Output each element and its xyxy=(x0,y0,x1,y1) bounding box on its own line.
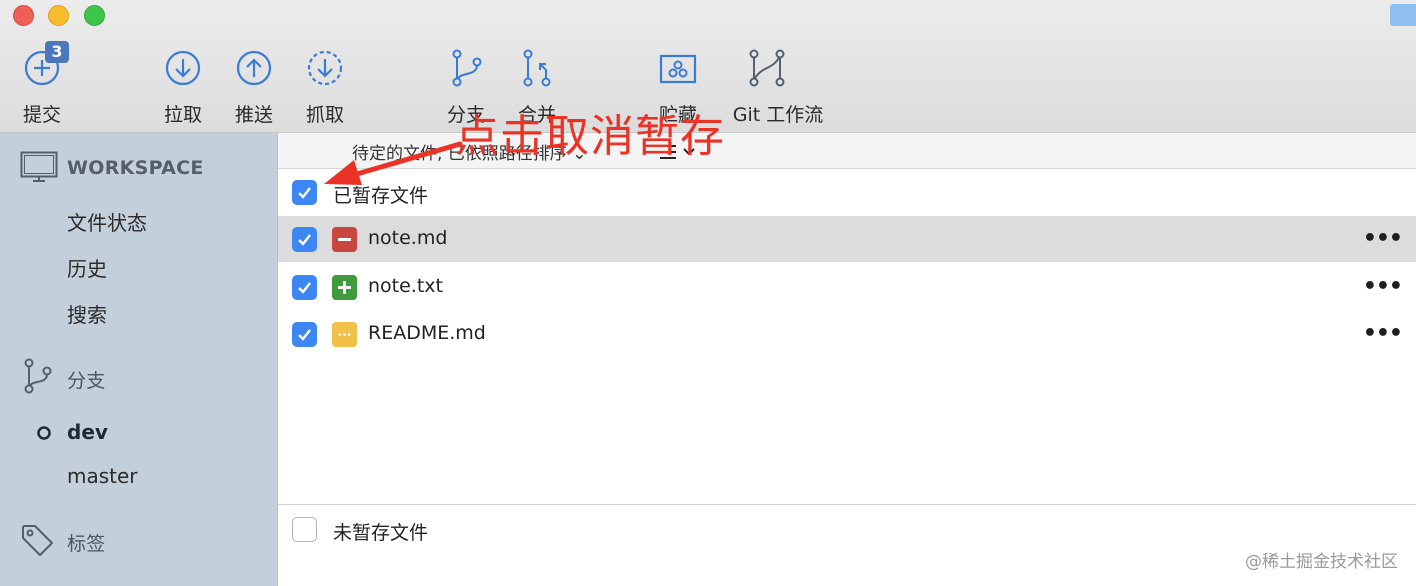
branches-title: 分支 xyxy=(67,370,106,392)
sidebar-item-file-status[interactable]: 文件状态 xyxy=(67,207,147,236)
file-row-note-txt[interactable]: note.txt ••• xyxy=(278,264,1416,310)
pull-button[interactable] xyxy=(161,46,205,90)
merge-icon xyxy=(523,49,551,87)
stash-icon xyxy=(659,54,697,84)
git-flow-button[interactable] xyxy=(745,46,789,90)
branch-button[interactable] xyxy=(444,46,488,90)
git-flow-icon xyxy=(749,49,785,87)
checkmark-icon xyxy=(298,234,311,246)
sidebar: WORKSPACE 文件状态 历史 搜索 分支 dev master 标签 xyxy=(0,133,278,586)
unstaged-files-title: 未暂存文件 xyxy=(333,522,429,544)
staged-files-checkbox[interactable] xyxy=(292,180,317,205)
added-status-icon xyxy=(332,275,357,300)
sidebar-item-search[interactable]: 搜索 xyxy=(67,299,107,328)
current-branch-indicator-icon xyxy=(37,426,51,440)
arrow-down-circle-icon xyxy=(165,50,201,86)
branch-icon xyxy=(24,358,52,394)
minimize-window-button[interactable] xyxy=(48,5,69,26)
file-name: note.md xyxy=(368,227,448,249)
folder-icon xyxy=(1390,4,1416,26)
git-flow-label: Git 工作流 xyxy=(732,104,824,126)
unstaged-files-checkbox[interactable] xyxy=(292,517,317,542)
more-actions-icon[interactable]: ••• xyxy=(1363,226,1403,251)
zoom-window-button[interactable] xyxy=(84,5,105,26)
checkmark-icon xyxy=(298,282,311,294)
tag-icon xyxy=(22,525,53,556)
sidebar-item-history[interactable]: 历史 xyxy=(67,253,107,282)
fetch-button[interactable] xyxy=(303,46,347,90)
commit-label: 提交 xyxy=(22,104,62,126)
file-name: note.txt xyxy=(368,275,443,297)
branch-item-master[interactable]: master xyxy=(67,464,138,488)
section-divider xyxy=(278,504,1416,505)
workspace-title: WORKSPACE xyxy=(67,157,204,179)
removed-status-icon xyxy=(332,227,357,252)
annotation-text: 点击取消暂存 xyxy=(455,111,725,162)
file-row-note-md[interactable]: note.md ••• xyxy=(278,216,1416,262)
more-actions-icon[interactable]: ••• xyxy=(1363,321,1403,346)
file-checkbox[interactable] xyxy=(292,322,317,347)
monitor-icon xyxy=(20,151,58,182)
tags-title: 标签 xyxy=(67,533,106,555)
more-actions-icon[interactable]: ••• xyxy=(1363,274,1403,299)
fetch-label: 抓取 xyxy=(305,104,345,126)
file-checkbox[interactable] xyxy=(292,227,317,252)
stash-button[interactable] xyxy=(656,46,700,90)
checkmark-icon xyxy=(298,187,311,199)
annotation-arrow-icon xyxy=(324,141,463,185)
unstaged-files-section: 未暂存文件 xyxy=(278,506,1416,552)
push-label: 推送 xyxy=(234,104,274,126)
merge-button[interactable] xyxy=(515,46,559,90)
checkmark-icon xyxy=(298,329,311,341)
modified-status-icon xyxy=(332,322,357,347)
push-button[interactable] xyxy=(232,46,276,90)
branch-icon xyxy=(452,49,482,87)
watermark: @稀土掘金技术社区 xyxy=(1245,552,1398,572)
arrow-up-circle-icon xyxy=(236,50,272,86)
file-checkbox[interactable] xyxy=(292,275,317,300)
file-row-readme-md[interactable]: README.md ••• xyxy=(278,311,1416,357)
close-window-button[interactable] xyxy=(13,5,34,26)
branch-item-dev[interactable]: dev xyxy=(67,420,108,444)
commit-count-badge: 3 xyxy=(45,41,69,63)
file-name: README.md xyxy=(368,322,486,344)
arrow-down-dashed-circle-icon xyxy=(307,50,343,86)
pull-label: 拉取 xyxy=(163,104,203,126)
